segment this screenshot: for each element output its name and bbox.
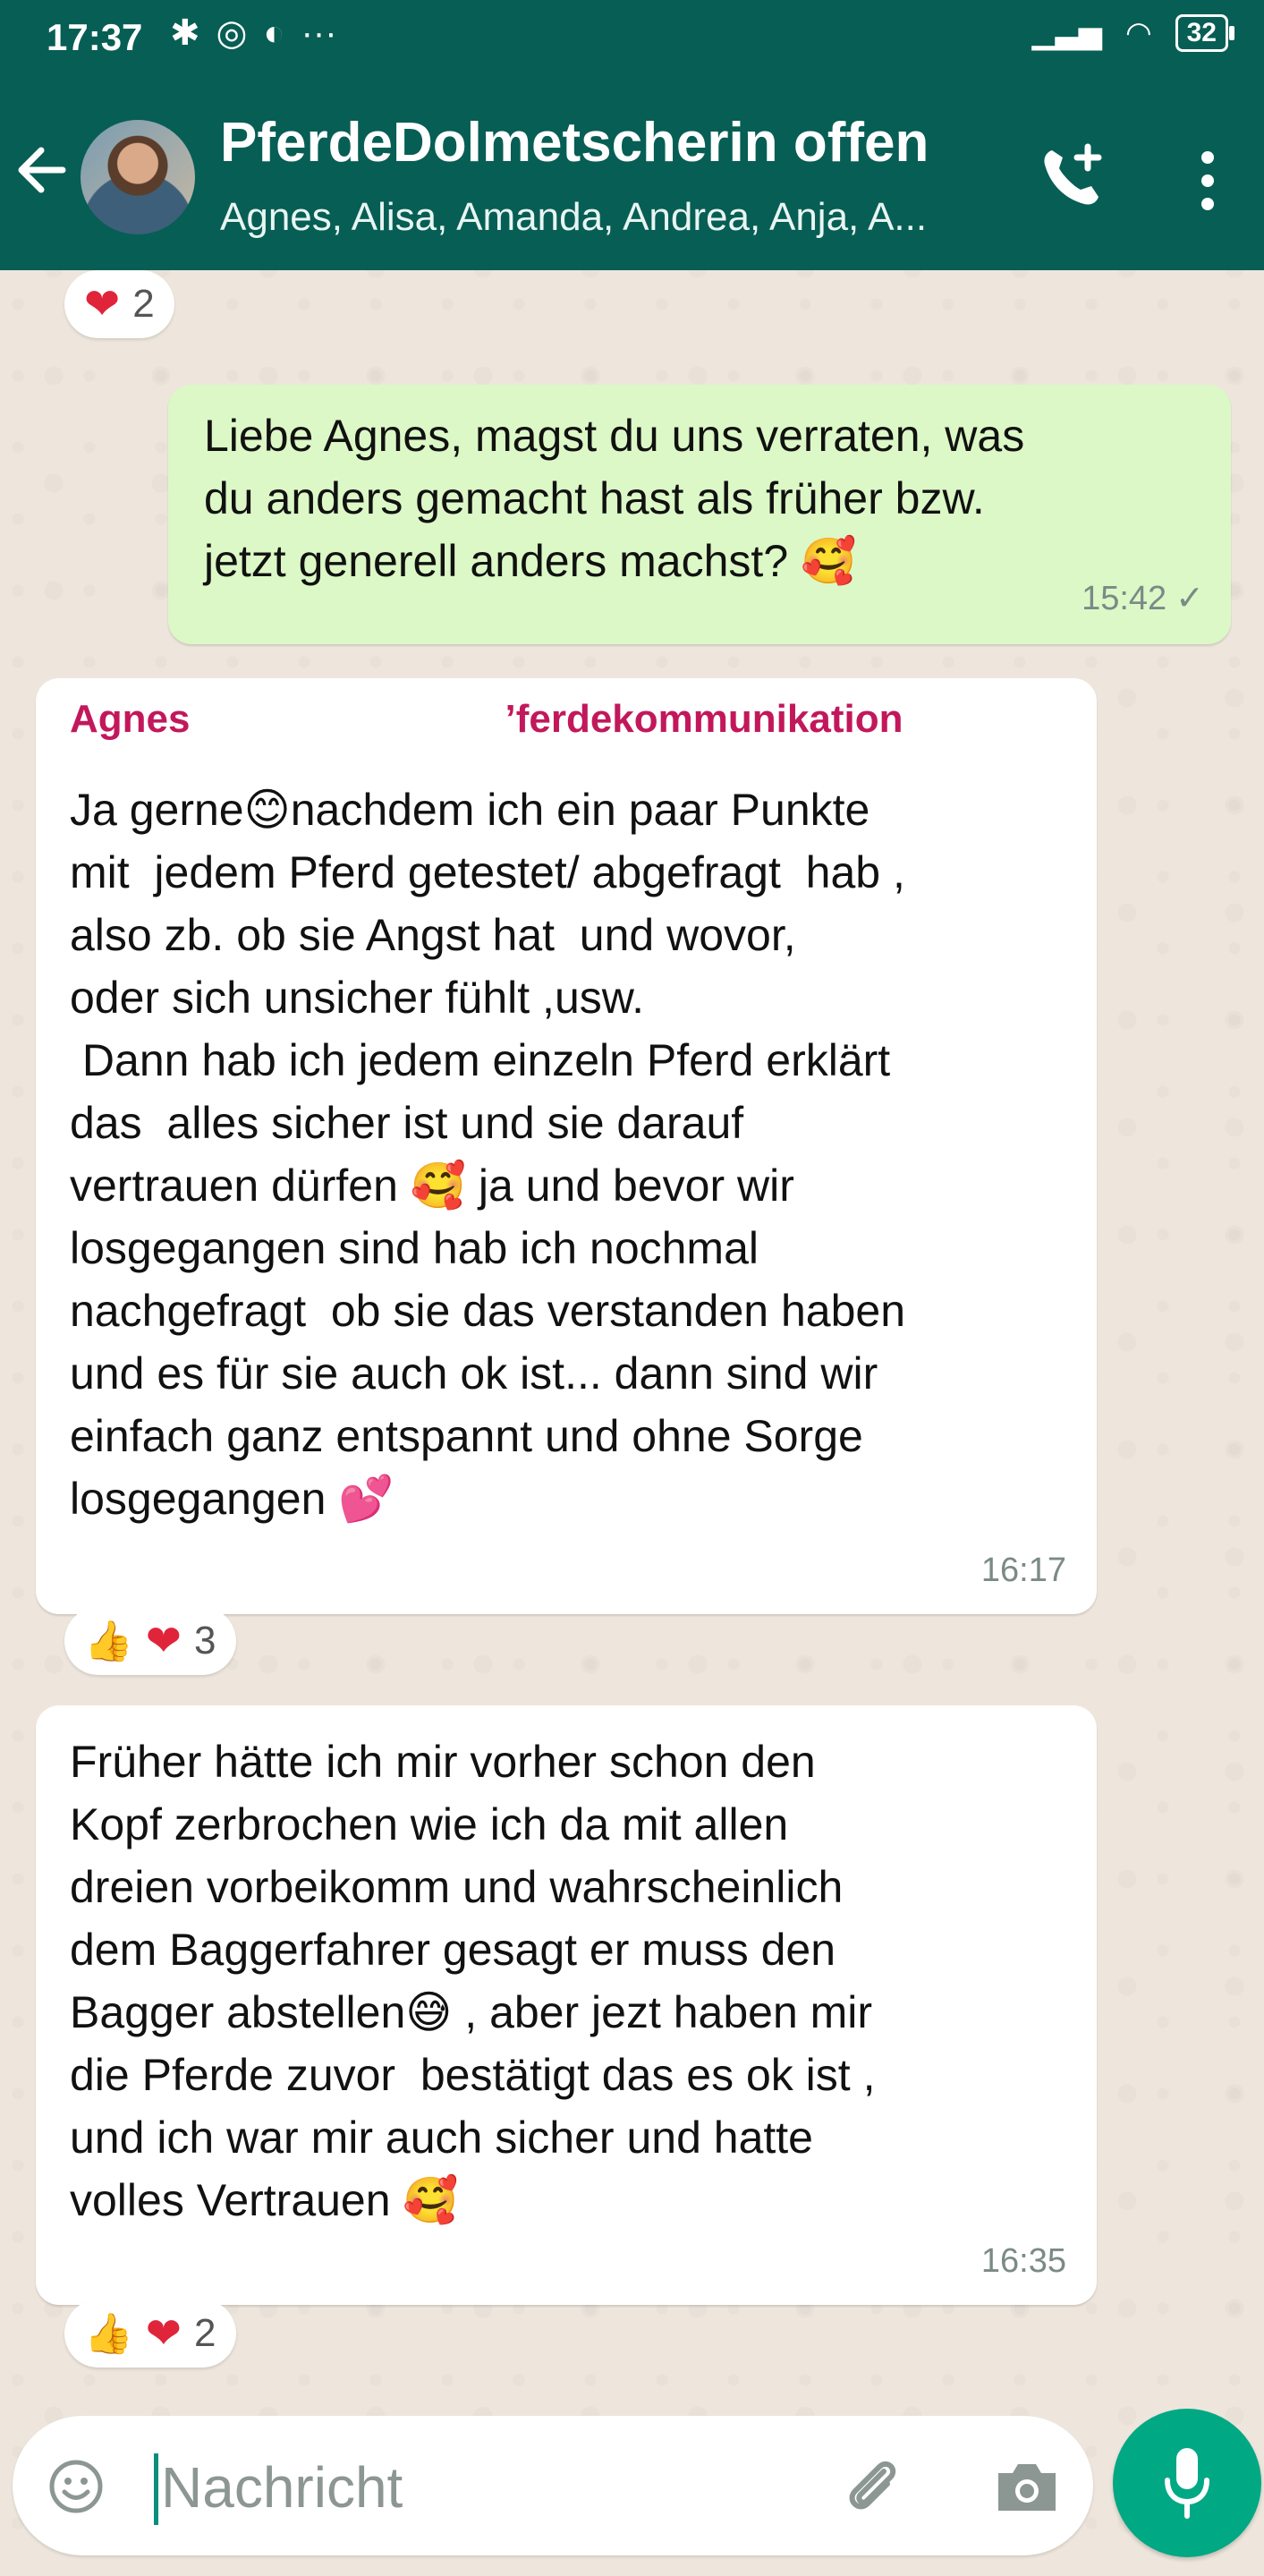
back-arrow-icon[interactable] xyxy=(11,134,73,206)
message-meta: 15:42 ✓ xyxy=(1082,567,1204,630)
outgoing-message[interactable]: Liebe Agnes, magst du uns verraten, was … xyxy=(168,385,1231,644)
text-cursor xyxy=(154,2453,158,2525)
thumbs-up-reaction-icon: 👍 xyxy=(84,2312,133,2356)
group-avatar[interactable] xyxy=(81,120,195,234)
chat-header: PferdeDolmetscherin offen Agnes, Alisa, … xyxy=(0,81,1264,270)
reaction-count: 2 xyxy=(194,2311,216,2355)
sent-check-icon: ✓ xyxy=(1175,580,1204,617)
more-dots-icon: ··· xyxy=(301,13,337,53)
voice-message-button[interactable] xyxy=(1113,2409,1261,2557)
message-input[interactable] xyxy=(161,2450,805,2525)
wifi-icon: ◠ xyxy=(1124,16,1152,50)
battery-icon: 32 xyxy=(1175,14,1235,52)
status-time: 17:37 xyxy=(47,16,143,58)
vpn-icon: ◐ xyxy=(263,13,285,53)
heart-reaction-icon: ❤ xyxy=(145,2310,182,2358)
camera-icon[interactable] xyxy=(991,2455,1063,2518)
status-bar: 17:37 ✱ ◎ ◐ ··· ▁▃▅ ◠ 32 xyxy=(0,0,1264,81)
bluetooth-icon: ✱ xyxy=(170,13,200,53)
status-right-icons: ▁▃▅ ◠ 32 xyxy=(1031,14,1235,52)
status-left-icons: ✱ ◎ ◐ ··· xyxy=(170,13,337,54)
sender-tag: ʼferdekommunikation xyxy=(505,697,903,741)
reaction-pill[interactable]: 👍 ❤ 3 xyxy=(64,1607,236,1675)
message-text: Liebe Agnes, magst du uns verraten, was … xyxy=(204,411,1025,586)
more-options-icon[interactable] xyxy=(1190,145,1226,217)
message-time: 16:35 xyxy=(980,2242,1066,2280)
emoji-icon[interactable] xyxy=(48,2459,104,2514)
attach-icon[interactable] xyxy=(836,2450,907,2521)
heart-reaction-icon: ❤ xyxy=(145,1618,182,1665)
add-call-icon[interactable] xyxy=(1036,141,1107,213)
message-text: Früher hätte ich mir vorher schon den Ko… xyxy=(70,1737,876,2225)
instagram-icon: ◎ xyxy=(216,13,248,53)
message-time: 15:42 xyxy=(1082,580,1167,617)
chat-title[interactable]: PferdeDolmetscherin offen xyxy=(220,111,929,174)
incoming-message[interactable]: Agnes ʼferdekommunikation Ja gerne😊nachd… xyxy=(36,678,1097,1614)
microphone-icon xyxy=(1165,2448,1209,2519)
reaction-pill[interactable]: 👍 ❤ 2 xyxy=(64,2300,236,2368)
reaction-count: 3 xyxy=(194,1619,216,1662)
message-time: 16:17 xyxy=(980,1552,1066,1589)
message-text: Ja gerne😊nachdem ich ein paar Punkte mit… xyxy=(70,785,906,1524)
signal-icon: ▁▃▅ xyxy=(1031,16,1102,50)
reaction-count: 2 xyxy=(132,282,155,326)
chat-participants[interactable]: Agnes, Alisa, Amanda, Andrea, Anja, A... xyxy=(220,195,989,240)
sender-name[interactable]: Agnes xyxy=(70,693,190,746)
incoming-message[interactable]: Früher hätte ich mir vorher schon den Ko… xyxy=(36,1705,1097,2305)
heart-reaction-icon: ❤ xyxy=(84,281,121,328)
reaction-pill[interactable]: ❤ 2 xyxy=(64,270,174,338)
sender-row: Agnes ʼferdekommunikation xyxy=(70,693,1072,746)
message-composer xyxy=(13,2416,1093,2555)
thumbs-up-reaction-icon: 👍 xyxy=(84,1620,133,1663)
